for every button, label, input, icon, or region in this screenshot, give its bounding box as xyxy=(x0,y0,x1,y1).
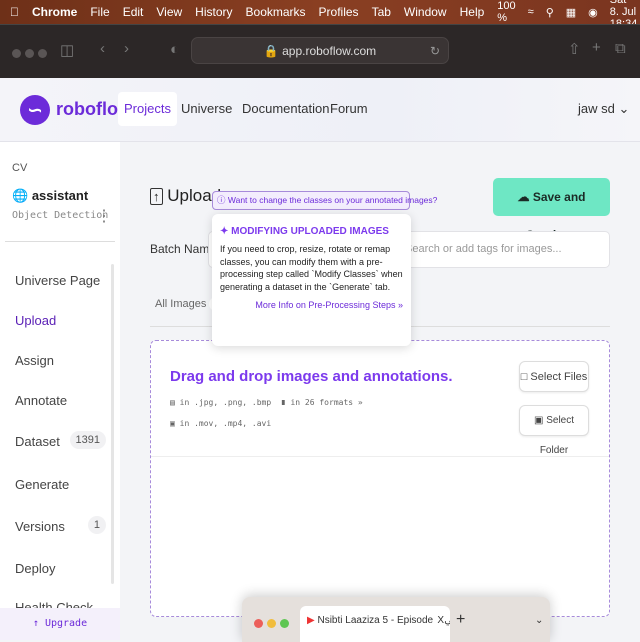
lock-icon: 🔒 xyxy=(263,44,279,58)
share-icon[interactable]: ⇧ xyxy=(568,40,581,58)
battery-status[interactable]: 100 % xyxy=(497,0,515,24)
divider xyxy=(151,456,609,457)
annotation-formats-link[interactable]: in 26 formats xyxy=(290,398,353,407)
window-controls[interactable] xyxy=(254,615,293,633)
popover-body: If you need to crop, resize, rotate or r… xyxy=(220,244,403,292)
sidebar-item-upload[interactable]: Upload xyxy=(15,313,56,328)
image-icon: ▤ xyxy=(170,398,175,407)
menu-tab[interactable]: Tab xyxy=(372,5,391,19)
new-tab-icon[interactable]: + xyxy=(456,611,465,629)
project-type: Object Detection xyxy=(12,210,109,221)
class-hint-link[interactable]: ⓘ Want to change the classes on your ann… xyxy=(212,191,437,210)
sidebar-item-dataset[interactable]: Dataset xyxy=(15,434,60,449)
url-text: app.roboflow.com xyxy=(282,44,377,58)
upgrade-icon: ↑ xyxy=(32,618,39,629)
project-name[interactable]: 🌐 assistant xyxy=(12,188,88,204)
sidebar-item-health-check[interactable]: Health Check xyxy=(15,600,93,608)
menu-history[interactable]: History xyxy=(195,5,232,19)
floating-browser-tabbar: ▶ Nsibti Laaziza 5 - Episode 9 ﻿نسيبتيX … xyxy=(242,597,550,642)
browser-tab[interactable]: ▶ Nsibti Laaziza 5 - Episode 9 ﻿نسيبتيX xyxy=(300,606,450,642)
video-icon: ▣ xyxy=(170,419,175,428)
youtube-icon: ▶ xyxy=(307,615,315,626)
info-popover: ✦ MODIFYING UPLOADED IMAGES If you need … xyxy=(212,214,411,346)
popover-title: ✦ MODIFYING UPLOADED IMAGES xyxy=(220,226,389,237)
nav-documentation[interactable]: Documentation xyxy=(236,92,335,126)
folder-icon: ▣ xyxy=(533,415,544,426)
address-bar[interactable]: 🔒 app.roboflow.com ↻ xyxy=(191,37,449,64)
chevron-double-right-icon: » xyxy=(397,300,403,310)
menu-window[interactable]: Window xyxy=(404,5,447,19)
sidebar-item-annotate[interactable]: Annotate xyxy=(15,393,67,408)
menu-bookmarks[interactable]: Bookmarks xyxy=(246,5,306,19)
dropzone[interactable]: Drag and drop images and annotations. ▤ … xyxy=(150,340,610,617)
menu-help[interactable]: Help xyxy=(460,5,485,19)
chevron-down-icon: ⌄ xyxy=(618,101,630,116)
close-tab-icon[interactable]: X xyxy=(435,606,444,636)
select-folder-button[interactable]: ▣ Select Folder xyxy=(519,405,589,456)
sidebar: CV 🌐 assistant Object Detection ⋮ Univer… xyxy=(0,142,120,640)
dropzone-title: Drag and drop images and annotations. xyxy=(170,368,453,385)
more-options-icon[interactable]: ⋮ xyxy=(96,206,112,226)
tags-placeholder: Search or add tags for images... xyxy=(405,243,562,255)
tab-list-chevron-icon[interactable]: ⌄ xyxy=(535,615,543,626)
menu-view[interactable]: View xyxy=(156,5,182,19)
user-name: jaw sd xyxy=(578,101,615,116)
annotation-icon: ∎ xyxy=(280,398,286,407)
file-icon: □ xyxy=(520,371,528,383)
menu-edit[interactable]: Edit xyxy=(123,5,144,19)
search-icon[interactable]: ⚲ xyxy=(546,6,554,19)
versions-count-badge: 1 xyxy=(87,516,106,534)
page-title: ↑ Upload xyxy=(150,186,221,206)
sidebar-item-versions[interactable]: Versions xyxy=(15,519,65,534)
upgrade-button[interactable]: ↑ Upgrade xyxy=(0,608,120,640)
window-controls[interactable] xyxy=(12,45,51,63)
workspace-name: CV xyxy=(12,162,28,174)
nav-projects[interactable]: Projects xyxy=(118,92,177,126)
globe-icon: 🌐 xyxy=(12,188,29,203)
chevron-double-right-icon[interactable]: » xyxy=(358,398,363,407)
back-icon[interactable]: ‹ xyxy=(100,40,105,57)
sidebar-scrollbar[interactable] xyxy=(111,264,114,584)
privacy-shield-icon[interactable]: ◐ xyxy=(170,41,179,58)
preprocessing-info-link[interactable]: More Info on Pre-Processing Steps » xyxy=(220,300,403,310)
magic-wand-icon: ✦ xyxy=(220,226,229,237)
menu-file[interactable]: File xyxy=(90,5,109,19)
sidebar-item-universe-page[interactable]: Universe Page xyxy=(15,273,100,288)
user-menu[interactable]: jaw sd ⌄ xyxy=(572,92,635,126)
new-tab-icon[interactable]: + xyxy=(592,39,601,56)
help-icon: ⓘ xyxy=(217,195,226,205)
select-files-button[interactable]: □ Select Files xyxy=(519,361,589,392)
sidebar-toggle-icon[interactable]: ◫ xyxy=(60,41,74,59)
sidebar-item-assign[interactable]: Assign xyxy=(15,353,54,368)
video-formats: ▣ in .mov, .mp4, .avi xyxy=(170,419,272,428)
sidebar-item-deploy[interactable]: Deploy xyxy=(15,561,55,576)
forward-icon[interactable]: › xyxy=(124,40,129,57)
macos-menubar:  Chrome File Edit View History Bookmark… xyxy=(0,0,640,30)
dataset-count-badge: 1391 xyxy=(69,431,106,449)
wifi-icon[interactable]: ≈ xyxy=(528,6,534,18)
menu-profiles[interactable]: Profiles xyxy=(319,5,359,19)
save-and-continue-button[interactable]: ☁ Save and Continue xyxy=(493,178,610,242)
tab-overview-icon[interactable]: ⧉ xyxy=(615,40,626,57)
image-formats: ▤ in .jpg, .png, .bmp ∎ in 26 formats » xyxy=(170,398,363,407)
siri-icon[interactable]: ◉ xyxy=(588,6,598,19)
reload-icon[interactable]: ↻ xyxy=(430,38,440,64)
cloud-upload-icon: ☁ xyxy=(517,190,530,204)
roboflow-logo-icon[interactable]: ∽ xyxy=(20,95,50,125)
sidebar-item-generate[interactable]: Generate xyxy=(15,477,69,492)
apple-icon[interactable]:  xyxy=(10,5,19,19)
nav-forum[interactable]: Forum xyxy=(324,92,374,126)
nav-universe[interactable]: Universe xyxy=(175,92,238,126)
menu-app[interactable]: Chrome xyxy=(32,5,77,19)
control-center-icon[interactable]: ▦ xyxy=(566,6,576,19)
divider xyxy=(5,241,115,242)
upload-icon: ↑ xyxy=(150,188,163,205)
